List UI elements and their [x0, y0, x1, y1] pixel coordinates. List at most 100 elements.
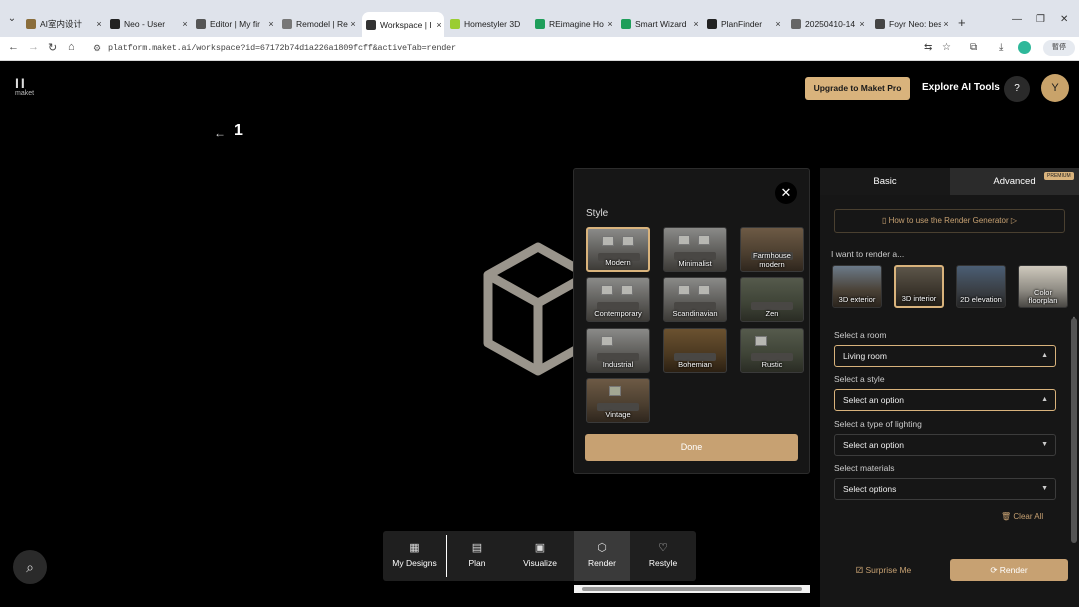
browser-tab[interactable]: Editor | My fir × [196, 13, 276, 35]
render-button[interactable]: ⟳ Render [950, 559, 1068, 581]
toolbar-restyle[interactable]: ♡ Restyle [633, 531, 693, 581]
close-icon[interactable]: ✕ [775, 182, 797, 204]
browser-tab[interactable]: Smart Wizard × [621, 13, 701, 35]
panel-scrollbar[interactable] [1071, 318, 1077, 543]
render-type-3d-interior[interactable]: 3D interior [894, 265, 944, 308]
render-icon: ⟳ [990, 565, 1000, 575]
style-option-modern[interactable]: Modern [586, 227, 650, 272]
horizontal-scrollbar[interactable] [574, 585, 810, 593]
style-option-label: Vintage [605, 410, 631, 419]
help-button[interactable]: ? [1004, 76, 1030, 102]
lighting-select[interactable]: Select an option ▼ [834, 434, 1056, 456]
render-type-color-floorplan[interactable]: Color floorplan [1018, 265, 1068, 308]
tab-close-icon[interactable]: × [180, 19, 190, 29]
profile-button[interactable]: 暫停 [1043, 40, 1075, 56]
browser-tab[interactable]: 20250410-14 × [791, 13, 867, 35]
style-label: Select a style [834, 374, 885, 384]
toolbar-label: Plan [468, 558, 486, 568]
restore-icon[interactable]: ❐ [1036, 14, 1045, 25]
tab-close-icon[interactable]: × [605, 19, 615, 29]
tab-close-icon[interactable]: × [857, 19, 867, 29]
style-option-minimalist[interactable]: Minimalist [663, 227, 727, 272]
browser-tab[interactable]: AI室内设计 × [26, 13, 104, 35]
browser-tab[interactable]: PlanFinder × [707, 13, 783, 35]
tab-favicon [110, 19, 120, 29]
clear-all-label: Clear All [1013, 512, 1044, 521]
tab-search-icon[interactable]: ⌄ [4, 11, 20, 27]
thumbnail-window [678, 285, 690, 295]
tab-close-icon[interactable]: × [266, 19, 276, 29]
style-option-scandinavian[interactable]: Scandinavian [663, 277, 727, 322]
toolbar-render[interactable]: ⬡ Render [574, 531, 630, 581]
tab-close-icon[interactable]: × [434, 20, 444, 30]
url-field[interactable]: platform.maket.ai/workspace?id=67172b74d… [108, 43, 456, 53]
maket-app: II maket Upgrade to Maket Pro Explore AI… [0, 62, 1079, 607]
done-button[interactable]: Done [585, 434, 798, 461]
restyle-icon: ♡ [658, 542, 668, 554]
new-tab-button[interactable]: + [958, 15, 966, 30]
browser-tab-active[interactable]: Workspace | I × [362, 12, 444, 37]
tab-close-icon[interactable]: × [941, 19, 951, 29]
style-option-industrial[interactable]: Industrial [586, 328, 650, 373]
upgrade-button[interactable]: Upgrade to Maket Pro [805, 77, 910, 100]
style-option-bohemian[interactable]: Bohemian [663, 328, 727, 373]
zoom-search-icon[interactable]: ⌕ [13, 550, 47, 584]
minimize-icon[interactable]: — [1012, 14, 1022, 25]
tab-favicon [26, 19, 36, 29]
tab-basic[interactable]: Basic [820, 168, 950, 195]
style-option-label: Bohemian [678, 360, 712, 369]
browser-tab[interactable]: Neo - User × [110, 13, 190, 35]
style-option-contemporary[interactable]: Contemporary [586, 277, 650, 322]
browser-tab[interactable]: Foyr Neo: bes × [875, 13, 951, 35]
tab-favicon [196, 19, 206, 29]
style-option-rustic[interactable]: Rustic [740, 328, 804, 373]
style-heading: Style [586, 208, 609, 219]
render-type-3d-exterior[interactable]: 3D exterior [832, 265, 882, 308]
reload-icon[interactable]: ↻ [48, 41, 57, 54]
style-option-farmhouse-modern[interactable]: Farmhouse modern [740, 227, 804, 272]
style-select[interactable]: Select an option ▲ [834, 389, 1056, 411]
window-close-icon[interactable]: ✕ [1060, 14, 1068, 25]
clear-all-button[interactable]: 🗑 Clear All [1001, 512, 1043, 521]
materials-select[interactable]: Select options ▼ [834, 478, 1056, 500]
style-option-zen[interactable]: Zen [740, 277, 804, 322]
bookmark-star-icon[interactable]: ☆ [942, 42, 951, 53]
surprise-me-button[interactable]: ⚂ Surprise Me [821, 559, 946, 581]
back-icon[interactable]: ← [8, 41, 19, 53]
tab-close-icon[interactable]: × [773, 19, 783, 29]
scrollbar-thumb[interactable] [582, 587, 802, 591]
chevron-down-icon: ▼ [1041, 485, 1048, 492]
back-arrow-icon[interactable]: ← [214, 126, 226, 140]
home-icon[interactable]: ⌂ [68, 41, 75, 53]
room-label: Select a room [834, 330, 887, 340]
toolbar-visualize[interactable]: ▣ Visualize [509, 531, 571, 581]
tab-favicon [450, 19, 460, 29]
download-icon[interactable]: ⤓ [999, 42, 1003, 53]
extensions-icon[interactable]: ⧉ [970, 42, 977, 53]
room-select[interactable]: Living room ▲ [834, 345, 1056, 367]
browser-tab[interactable]: Remodel | Re × [282, 13, 358, 35]
browser-tab-strip: ⌄ AI室内设计 × Neo - User × Editor | My fir … [0, 0, 1079, 37]
translate-icon[interactable]: ⇆ [924, 42, 932, 53]
browser-tab[interactable]: Homestyler 3D [450, 13, 526, 35]
tab-close-icon[interactable]: × [94, 19, 104, 29]
style-option-label: Contemporary [594, 309, 642, 318]
toolbar-my-designs[interactable]: ▦ My Designs [383, 531, 446, 581]
tab-close-icon[interactable]: × [691, 19, 701, 29]
page-title: 1 [234, 122, 243, 139]
how-to-render-link[interactable]: ▯ How to use the Render Generator ▷ [834, 209, 1065, 233]
tab-label: Neo - User [124, 19, 166, 29]
toolbar-plan[interactable]: ▤ Plan [447, 531, 507, 581]
render-type-2d-elevation[interactable]: 2D elevation [956, 265, 1006, 308]
tab-close-icon[interactable]: × [348, 19, 358, 29]
extension-avatar-icon[interactable] [1018, 41, 1031, 54]
toolbar-label: My Designs [392, 558, 437, 568]
thumbnail-window [621, 285, 633, 295]
site-info-icon[interactable]: ⚙ [93, 43, 101, 54]
browser-tab[interactable]: REimagine Ho × [535, 13, 615, 35]
style-option-vintage[interactable]: Vintage [586, 378, 650, 423]
explore-ai-tools-link[interactable]: Explore AI Tools [922, 82, 1000, 93]
avatar[interactable]: Y [1041, 74, 1069, 102]
maket-logo[interactable]: II maket [15, 76, 41, 97]
forward-icon[interactable]: → [28, 41, 39, 53]
